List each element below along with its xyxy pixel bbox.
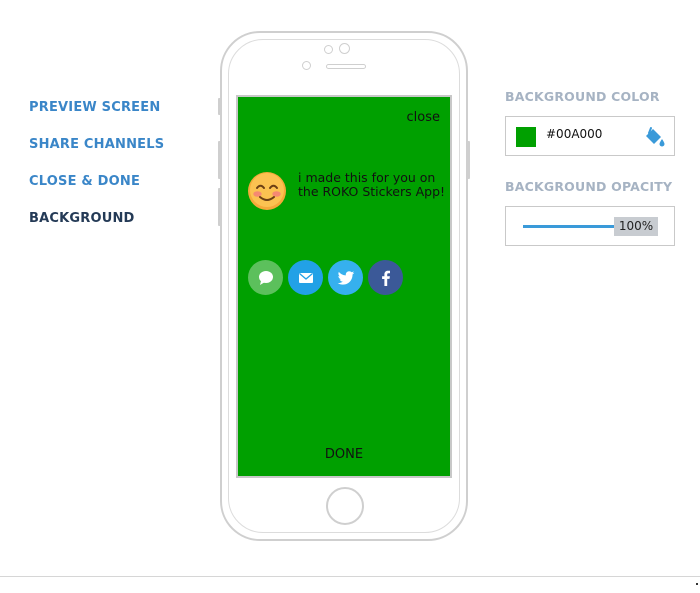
color-hex-input[interactable] (546, 127, 638, 141)
message-share-button[interactable] (248, 260, 283, 295)
background-opacity-title: BACKGROUND OPACITY (505, 179, 673, 194)
phone-camera (339, 43, 350, 54)
phone-mockup: close i made this for you on the ROKO St… (218, 31, 470, 541)
message-icon (258, 270, 273, 285)
settings-nav: PREVIEW SCREEN SHARE CHANNELS CLOSE & DO… (29, 99, 164, 247)
twitter-icon (337, 270, 354, 285)
bottom-divider (0, 576, 700, 577)
mail-share-button[interactable] (288, 260, 323, 295)
nav-item-preview-screen[interactable]: PREVIEW SCREEN (29, 99, 164, 136)
phone-sensor-left (302, 61, 311, 70)
phone-power-button (467, 141, 470, 179)
smiling-face-icon (248, 172, 286, 210)
corner-mark (696, 583, 698, 585)
preview-screen: close i made this for you on the ROKO St… (236, 95, 452, 478)
paint-bucket-icon[interactable] (642, 125, 666, 149)
phone-volume-down (218, 188, 221, 226)
nav-item-close-done[interactable]: CLOSE & DONE (29, 173, 164, 210)
background-color-title: BACKGROUND COLOR (505, 89, 660, 104)
phone-sensor (324, 45, 333, 54)
phone-home-button (326, 487, 364, 525)
background-opacity-field: 100% (505, 206, 675, 246)
mail-icon (298, 272, 313, 283)
share-channels-row (248, 260, 403, 295)
phone-mute-switch (218, 98, 221, 115)
nav-item-share-channels[interactable]: SHARE CHANNELS (29, 136, 164, 173)
background-color-field[interactable] (505, 116, 675, 156)
share-message: i made this for you on the ROKO Stickers… (298, 170, 446, 199)
opacity-slider-value[interactable]: 100% (614, 217, 658, 236)
close-link[interactable]: close (407, 110, 440, 125)
color-swatch[interactable] (516, 127, 536, 147)
phone-speaker (326, 64, 366, 69)
phone-volume-up (218, 141, 221, 179)
opacity-slider-track[interactable] (523, 225, 619, 228)
done-button[interactable]: DONE (238, 447, 450, 462)
facebook-share-button[interactable] (368, 260, 403, 295)
twitter-share-button[interactable] (328, 260, 363, 295)
facebook-icon (381, 270, 390, 286)
nav-item-background[interactable]: BACKGROUND (29, 210, 164, 247)
